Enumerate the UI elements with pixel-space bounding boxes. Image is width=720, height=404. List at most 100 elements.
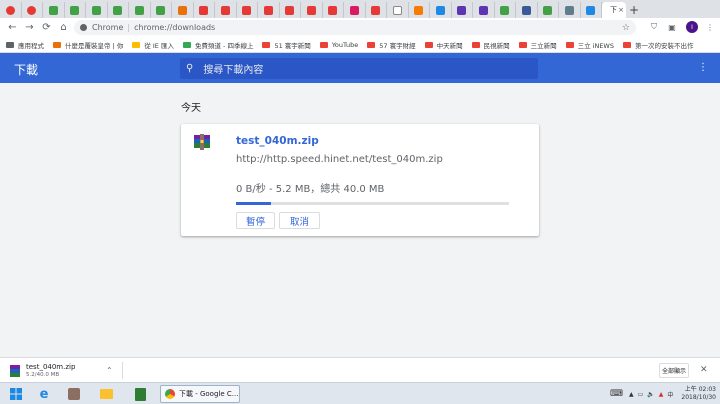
tab[interactable] bbox=[430, 2, 452, 18]
tab[interactable] bbox=[65, 2, 86, 18]
yahoo-icon bbox=[457, 5, 467, 15]
youtube-icon bbox=[220, 5, 230, 15]
home-icon[interactable]: ⌂ bbox=[55, 19, 72, 36]
bookmark-item[interactable]: 三立新聞 bbox=[518, 40, 557, 50]
cancel-button[interactable]: 取消 bbox=[279, 212, 320, 229]
extension-shield-icon[interactable]: ⛉ bbox=[648, 21, 660, 33]
tab[interactable] bbox=[516, 2, 538, 18]
bookmark-item[interactable]: 什麼是覆裝皇帝 | 你 bbox=[53, 40, 123, 50]
bookmark-favicon-icon bbox=[182, 41, 191, 48]
tab[interactable] bbox=[215, 2, 237, 18]
tab[interactable] bbox=[108, 2, 129, 18]
volume-icon[interactable]: 🔈 bbox=[647, 391, 654, 398]
clock[interactable]: 上午 02:03 2018/10/30 bbox=[681, 386, 716, 402]
tab[interactable] bbox=[22, 2, 43, 18]
downloads-header: 下載 ⚲ 搜尋下載內容 ⋮ bbox=[0, 53, 720, 83]
tab[interactable] bbox=[538, 2, 559, 18]
tab[interactable] bbox=[473, 2, 495, 18]
download-filename-link[interactable]: test_040m.zip bbox=[236, 135, 319, 147]
clock-date: 2018/10/30 bbox=[681, 394, 716, 401]
tab[interactable] bbox=[559, 2, 581, 18]
forward-icon[interactable]: → bbox=[21, 19, 38, 36]
tab[interactable] bbox=[581, 2, 602, 18]
bookmark-item[interactable]: 第一次的安裝不出作 bbox=[623, 40, 694, 50]
close-shelf-icon[interactable]: ✕ bbox=[700, 365, 708, 375]
acrobat-icon[interactable]: ▲ bbox=[659, 391, 664, 398]
chevron-up-icon[interactable]: ⌃ bbox=[106, 366, 113, 375]
reload-icon[interactable]: ⟳ bbox=[38, 19, 55, 36]
omnibox-url: chrome://downloads bbox=[134, 23, 216, 32]
media-player-icon[interactable] bbox=[64, 385, 84, 403]
bookmark-item[interactable]: 免費頻道 - 四季線上 bbox=[182, 40, 254, 50]
menu-icon[interactable]: ⋮ bbox=[704, 21, 716, 33]
bookmark-item[interactable]: 51 寰宇新聞 bbox=[262, 40, 311, 50]
tab-downloads[interactable]: 下 × bbox=[602, 2, 626, 18]
bookmark-label: 民視新聞 bbox=[483, 41, 510, 50]
more-actions-icon[interactable]: ⋮ bbox=[698, 62, 708, 73]
bookmark-item[interactable]: 57 寰宇財經 bbox=[367, 40, 416, 50]
keyboard-icon[interactable]: ⌨ bbox=[610, 389, 623, 399]
tab[interactable] bbox=[86, 2, 108, 18]
tab[interactable] bbox=[301, 2, 323, 18]
sheets-icon bbox=[543, 5, 553, 15]
bookmark-favicon-icon bbox=[424, 41, 433, 48]
back-icon[interactable]: ← bbox=[4, 19, 21, 36]
tab[interactable] bbox=[387, 2, 409, 18]
extension-icon[interactable]: ▣ bbox=[666, 21, 678, 33]
shelf-download-item[interactable]: test_040m.zip 5.2/40.0 MB ⌃ bbox=[8, 362, 118, 380]
bookmark-label: 51 寰宇新聞 bbox=[274, 41, 311, 50]
up-arrow-icon[interactable]: ▲ bbox=[629, 391, 634, 398]
ime-icon[interactable]: 中 bbox=[667, 390, 673, 399]
pause-button[interactable]: 暫停 bbox=[236, 212, 275, 229]
battery-icon[interactable]: ▭ bbox=[638, 391, 644, 398]
tab[interactable] bbox=[409, 2, 430, 18]
archive-file-icon bbox=[10, 365, 20, 377]
sheets-icon[interactable] bbox=[130, 385, 150, 403]
bookmark-favicon-icon bbox=[623, 41, 631, 48]
ie-icon[interactable]: e bbox=[34, 385, 54, 403]
youtube-icon bbox=[263, 5, 273, 15]
tab[interactable] bbox=[129, 2, 151, 18]
file-explorer-icon[interactable] bbox=[96, 385, 116, 403]
bookmark-item[interactable]: 中天新聞 bbox=[424, 40, 463, 50]
bookmark-label: 57 寰宇財經 bbox=[379, 41, 416, 50]
tab[interactable] bbox=[323, 2, 344, 18]
tab[interactable] bbox=[237, 2, 258, 18]
show-all-button[interactable]: 全部顯示 bbox=[659, 363, 689, 378]
bookmark-item[interactable]: 應用程式 bbox=[6, 40, 44, 50]
search-input[interactable]: ⚲ 搜尋下載內容 bbox=[180, 58, 538, 79]
tab[interactable] bbox=[0, 2, 22, 18]
tab[interactable] bbox=[366, 2, 387, 18]
favicon-icon bbox=[177, 5, 187, 15]
bookmark-item[interactable]: 三立 iNEWS bbox=[565, 40, 614, 50]
tab[interactable] bbox=[344, 2, 366, 18]
favicon-icon bbox=[156, 5, 166, 15]
tab[interactable] bbox=[280, 2, 301, 18]
bookmark-item[interactable]: YouTube bbox=[319, 41, 358, 49]
bookmark-favicon-icon bbox=[518, 41, 527, 48]
taskbar-window-title: 下載 - Google C... bbox=[179, 390, 239, 398]
avatar[interactable]: I bbox=[686, 21, 698, 33]
tab[interactable] bbox=[151, 2, 172, 18]
tab[interactable] bbox=[452, 2, 473, 18]
tab[interactable] bbox=[43, 2, 65, 18]
tab[interactable] bbox=[495, 2, 516, 18]
bookmark-item[interactable]: 從 IE 匯入 bbox=[132, 40, 174, 50]
new-tab-button[interactable]: + bbox=[626, 2, 642, 18]
bookmark-label: 中天新聞 bbox=[436, 41, 463, 50]
favicon-icon bbox=[70, 5, 80, 15]
omnibox[interactable]: Chrome | chrome://downloads ☆ bbox=[74, 20, 636, 35]
bookmark-label: 免費頻道 - 四季線上 bbox=[194, 41, 254, 50]
download-source-url[interactable]: http://http.speed.hinet.net/test_040m.zi… bbox=[236, 154, 443, 165]
taskbar-chrome-window[interactable]: 下載 - Google C... bbox=[160, 385, 240, 403]
tab[interactable] bbox=[258, 2, 280, 18]
bookmark-favicon-icon bbox=[565, 41, 574, 48]
tab[interactable] bbox=[194, 2, 215, 18]
bookmark-item[interactable]: 民視新聞 bbox=[471, 40, 510, 50]
page-title: 下載 bbox=[14, 63, 39, 77]
tab[interactable] bbox=[172, 2, 194, 18]
close-tab-icon[interactable]: × bbox=[618, 6, 624, 14]
favicon-icon bbox=[5, 5, 15, 15]
bookmark-star-icon[interactable]: ☆ bbox=[622, 23, 630, 33]
start-button[interactable] bbox=[6, 385, 26, 403]
